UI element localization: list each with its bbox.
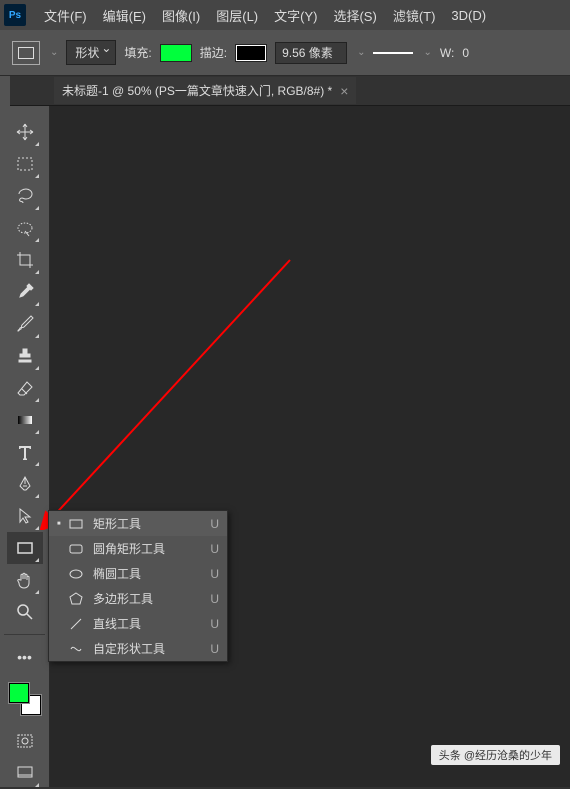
eyedropper-tool[interactable]: [7, 276, 43, 308]
watermark-author: @经历沧桑的少年: [464, 750, 552, 762]
menu-type[interactable]: 文字(Y): [266, 2, 325, 29]
tool-preset-button[interactable]: [12, 41, 40, 65]
tab-title: 未标题-1 @ 50% (PS一篇文章快速入门, RGB/8#) *: [62, 82, 332, 99]
watermark: 头条 @经历沧桑的少年: [431, 745, 560, 765]
flyout-item-key: U: [210, 592, 219, 606]
flyout-line-tool[interactable]: 直线工具 U: [49, 611, 227, 636]
line-icon: [67, 617, 85, 631]
foreground-color[interactable]: [9, 683, 29, 703]
quick-mask-button[interactable]: [7, 725, 43, 757]
flyout-item-key: U: [210, 642, 219, 656]
flyout-item-label: 圆角矩形工具: [93, 540, 202, 557]
eraser-tool[interactable]: [7, 372, 43, 404]
flyout-rectangle-tool[interactable]: 矩形工具 U: [49, 511, 227, 536]
canvas-area[interactable]: [50, 106, 570, 787]
flyout-item-key: U: [210, 617, 219, 631]
menu-image[interactable]: 图像(I): [154, 2, 208, 29]
path-select-tool[interactable]: [7, 500, 43, 532]
color-picker[interactable]: [9, 683, 41, 715]
flyout-item-label: 直线工具: [93, 615, 202, 632]
crop-tool[interactable]: [7, 244, 43, 276]
edit-toolbar-button[interactable]: •••: [7, 641, 43, 673]
move-tool[interactable]: [7, 116, 43, 148]
panel-collapse-handle[interactable]: [0, 76, 10, 106]
hand-tool[interactable]: [7, 564, 43, 596]
flyout-item-key: U: [210, 517, 219, 531]
chevron-down-icon[interactable]: ⌄: [423, 47, 431, 58]
ellipse-icon: [67, 567, 85, 581]
document-tab[interactable]: 未标题-1 @ 50% (PS一篇文章快速入门, RGB/8#) * ×: [54, 77, 356, 104]
rounded-rectangle-icon: [67, 542, 85, 556]
menu-select[interactable]: 选择(S): [325, 2, 384, 29]
stroke-swatch[interactable]: [235, 44, 267, 62]
menu-filter[interactable]: 滤镜(T): [385, 2, 444, 29]
shape-tool-flyout: 矩形工具 U 圆角矩形工具 U 椭圆工具 U 多边形工具 U 直线工具 U 自定…: [48, 510, 228, 662]
pen-tool[interactable]: [7, 468, 43, 500]
options-bar: ⌄ 形状 填充: 描边: ⌄ ⌄ W: 0: [0, 30, 570, 76]
gradient-tool[interactable]: [7, 404, 43, 436]
toolbox: •••: [0, 106, 50, 787]
stroke-style-button[interactable]: [373, 52, 413, 54]
flyout-item-label: 矩形工具: [93, 515, 202, 532]
brush-tool[interactable]: [7, 308, 43, 340]
lasso-tool[interactable]: [7, 180, 43, 212]
menu-3d[interactable]: 3D(D): [443, 4, 494, 27]
watermark-prefix: 头条: [439, 750, 461, 762]
chevron-down-icon[interactable]: ⌄: [357, 47, 365, 58]
quick-select-tool[interactable]: [7, 212, 43, 244]
stamp-tool[interactable]: [7, 340, 43, 372]
rectangle-icon: [67, 517, 85, 531]
flyout-rounded-rectangle-tool[interactable]: 圆角矩形工具 U: [49, 536, 227, 561]
menu-file[interactable]: 文件(F): [36, 2, 95, 29]
flyout-item-label: 多边形工具: [93, 590, 202, 607]
screen-mode-button[interactable]: [7, 757, 43, 789]
flyout-item-label: 自定形状工具: [93, 640, 202, 657]
polygon-icon: [67, 592, 85, 606]
mode-dropdown[interactable]: 形状: [66, 40, 116, 65]
shape-tool[interactable]: [7, 532, 43, 564]
flyout-item-label: 椭圆工具: [93, 565, 202, 582]
fill-label: 填充:: [124, 44, 151, 61]
chevron-down-icon[interactable]: ⌄: [50, 47, 58, 58]
photoshop-logo: Ps: [4, 4, 26, 26]
flyout-custom-shape-tool[interactable]: 自定形状工具 U: [49, 636, 227, 661]
menu-bar: Ps 文件(F) 编辑(E) 图像(I) 图层(L) 文字(Y) 选择(S) 滤…: [0, 0, 570, 30]
document-tab-bar: 未标题-1 @ 50% (PS一篇文章快速入门, RGB/8#) * ×: [0, 76, 570, 106]
menu-edit[interactable]: 编辑(E): [95, 2, 154, 29]
marquee-tool[interactable]: [7, 148, 43, 180]
zoom-tool[interactable]: [7, 596, 43, 628]
menu-layer[interactable]: 图层(L): [208, 2, 266, 29]
stroke-label: 描边:: [200, 44, 227, 61]
flyout-item-key: U: [210, 567, 219, 581]
fill-swatch[interactable]: [160, 44, 192, 62]
width-label: W:: [440, 46, 454, 60]
custom-shape-icon: [67, 642, 85, 656]
flyout-item-key: U: [210, 542, 219, 556]
flyout-polygon-tool[interactable]: 多边形工具 U: [49, 586, 227, 611]
close-icon[interactable]: ×: [340, 83, 348, 99]
stroke-width-input[interactable]: [275, 42, 347, 64]
type-tool[interactable]: [7, 436, 43, 468]
width-value: 0: [462, 46, 469, 60]
flyout-ellipse-tool[interactable]: 椭圆工具 U: [49, 561, 227, 586]
